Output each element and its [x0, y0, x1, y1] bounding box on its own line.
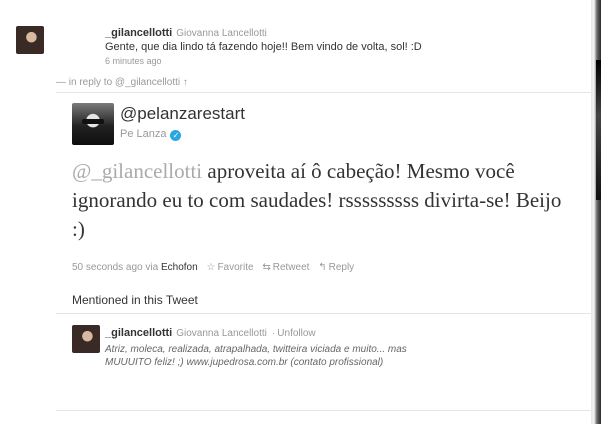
- reply-action[interactable]: ↰ Reply: [318, 262, 354, 273]
- unfollow-button[interactable]: Unfollow: [277, 328, 315, 339]
- divider: [56, 313, 591, 314]
- via-label: via: [145, 262, 159, 273]
- verified-badge-icon: ✓: [170, 130, 182, 141]
- star-icon: ☆: [206, 262, 216, 273]
- prior-tweet-avatar[interactable]: [16, 26, 44, 54]
- author-screen-name[interactable]: @pelanzarestart: [120, 104, 245, 124]
- favorite-label: Favorite: [217, 262, 254, 273]
- mentioned-user-header: _gilancellotti Giovanna Lancellotti · Unfo…: [105, 327, 316, 339]
- tweet-text: @_gilancellotti aproveita aí ô cabeção! …: [72, 157, 572, 244]
- tweet-mention-link[interactable]: @_gilancellotti: [72, 159, 202, 183]
- mentioned-user-bio: Atriz, moleca, realizada, atrapalhada, t…: [105, 344, 407, 368]
- divider: [56, 92, 591, 93]
- in-reply-to-prefix: — in reply to: [56, 77, 113, 88]
- up-arrow-icon: ↑: [182, 77, 188, 88]
- mentioned-user-avatar[interactable]: [72, 325, 100, 353]
- in-reply-to-handle[interactable]: @_gilancellotti: [115, 77, 180, 88]
- prior-tweet-username[interactable]: _gilancellotti: [105, 27, 172, 39]
- background-streak: [596, 60, 601, 200]
- tweet-meta-row: 50 seconds ago via Echofon ☆ Favorite ⇆ Re…: [72, 262, 354, 273]
- divider: [56, 410, 591, 411]
- prior-tweet-timestamp[interactable]: 6 minutes ago: [105, 56, 162, 66]
- author-display-name-row: Pe Lanza ✓: [120, 128, 182, 141]
- tweet-source-link[interactable]: Echofon: [161, 262, 198, 273]
- author-display-name: Pe Lanza: [120, 128, 167, 140]
- separator-dot: ·: [271, 328, 276, 339]
- prior-tweet-fullname: Giovanna Lancellotti: [176, 28, 267, 39]
- mentioned-user-username[interactable]: _gilancellotti: [105, 327, 172, 339]
- retweet-action[interactable]: ⇆ Retweet: [262, 262, 309, 273]
- mentioned-user-fullname: Giovanna Lancellotti: [176, 328, 267, 339]
- in-reply-to-link[interactable]: — in reply to @_gilancellotti ↑: [56, 77, 188, 88]
- favorite-action[interactable]: ☆ Favorite: [206, 262, 253, 273]
- retweet-icon: ⇆: [262, 262, 271, 273]
- reply-arrow-icon: ↰: [318, 262, 327, 273]
- retweet-label: Retweet: [272, 262, 310, 273]
- mentioned-section-heading: Mentioned in this Tweet: [72, 293, 198, 307]
- author-avatar[interactable]: [72, 103, 114, 145]
- reply-label: Reply: [328, 262, 355, 273]
- tweet-permalink-panel: _gilancellotti Giovanna Lancellotti Gente…: [0, 0, 591, 424]
- tweet-timestamp[interactable]: 50 seconds ago: [72, 262, 143, 273]
- prior-tweet-text: Gente, que dia lindo tá fazendo hoje!! B…: [105, 41, 422, 53]
- prior-tweet-header: _gilancellotti Giovanna Lancellotti: [105, 27, 267, 39]
- background-edge-decoration: [591, 0, 601, 424]
- avatar-glasses-shape: [82, 119, 104, 124]
